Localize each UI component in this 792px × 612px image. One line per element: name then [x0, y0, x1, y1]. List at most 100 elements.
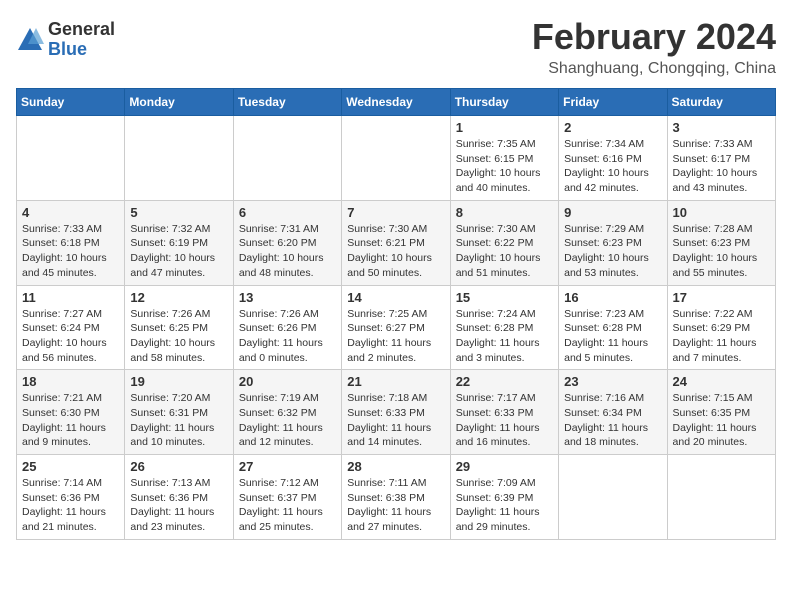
calendar-cell: 24 Sunrise: 7:15 AM Sunset: 6:35 PM Dayli… — [667, 370, 775, 455]
logo-blue: Blue — [48, 40, 115, 60]
calendar-cell: 15Sunrise: 7:24 AM Sunset: 6:28 PM Dayli… — [450, 285, 558, 370]
calendar-cell — [667, 455, 775, 540]
calendar-cell: 20 Sunrise: 7:19 AM Sunset: 6:32 PM Dayli… — [233, 370, 341, 455]
day-number: 12 — [130, 290, 227, 305]
day-info: Sunrise: 7:21 AM Sunset: 6:30 PM Dayligh… — [22, 391, 119, 450]
calendar-cell: 18 Sunrise: 7:21 AM Sunset: 6:30 PM Dayli… — [17, 370, 125, 455]
calendar-cell: 22Sunrise: 7:17 AM Sunset: 6:33 PM Dayli… — [450, 370, 558, 455]
day-number: 14 — [347, 290, 444, 305]
week-row-3: 18 Sunrise: 7:21 AM Sunset: 6:30 PM Dayli… — [17, 370, 776, 455]
day-info: Sunrise: 7:16 AM Sunset: 6:34 PM Dayligh… — [564, 391, 661, 450]
day-info: Sunrise: 7:20 AM Sunset: 6:31 PM Dayligh… — [130, 391, 227, 450]
day-number: 19 — [130, 374, 227, 389]
day-info: Sunrise: 7:09 AM Sunset: 6:39 PM Dayligh… — [456, 476, 553, 535]
day-number: 3 — [673, 120, 770, 135]
day-number: 18 — [22, 374, 119, 389]
day-number: 4 — [22, 205, 119, 220]
calendar-cell: 5 Sunrise: 7:32 AM Sunset: 6:19 PM Daylig… — [125, 200, 233, 285]
day-info: Sunrise: 7:30 AM Sunset: 6:22 PM Dayligh… — [456, 222, 553, 281]
calendar-cell: 4 Sunrise: 7:33 AM Sunset: 6:18 PM Daylig… — [17, 200, 125, 285]
calendar-cell — [233, 116, 341, 201]
day-info: Sunrise: 7:29 AM Sunset: 6:23 PM Dayligh… — [564, 222, 661, 281]
calendar-table: SundayMondayTuesdayWednesdayThursdayFrid… — [16, 88, 776, 540]
logo-icon — [16, 26, 44, 54]
week-row-2: 11 Sunrise: 7:27 AM Sunset: 6:24 PM Dayli… — [17, 285, 776, 370]
calendar-cell: 25 Sunrise: 7:14 AM Sunset: 6:36 PM Dayli… — [17, 455, 125, 540]
day-info: Sunrise: 7:34 AM Sunset: 6:16 PM Dayligh… — [564, 137, 661, 196]
day-number: 16 — [564, 290, 661, 305]
calendar-cell: 3 Sunrise: 7:33 AM Sunset: 6:17 PM Daylig… — [667, 116, 775, 201]
calendar-cell: 28 Sunrise: 7:11 AM Sunset: 6:38 PM Dayli… — [342, 455, 450, 540]
day-info: Sunrise: 7:35 AM Sunset: 6:15 PM Dayligh… — [456, 137, 553, 196]
calendar-cell: 6Sunrise: 7:31 AM Sunset: 6:20 PM Daylig… — [233, 200, 341, 285]
day-info: Sunrise: 7:17 AM Sunset: 6:33 PM Dayligh… — [456, 391, 553, 450]
calendar-cell: 2 Sunrise: 7:34 AM Sunset: 6:16 PM Daylig… — [559, 116, 667, 201]
day-number: 27 — [239, 459, 336, 474]
weekday-header-sunday: Sunday — [17, 89, 125, 116]
day-info: Sunrise: 7:27 AM Sunset: 6:24 PM Dayligh… — [22, 307, 119, 366]
day-number: 23 — [564, 374, 661, 389]
weekday-header-wednesday: Wednesday — [342, 89, 450, 116]
day-number: 29 — [456, 459, 553, 474]
day-number: 25 — [22, 459, 119, 474]
calendar-cell: 8 Sunrise: 7:30 AM Sunset: 6:22 PM Daylig… — [450, 200, 558, 285]
calendar-cell: 7 Sunrise: 7:30 AM Sunset: 6:21 PM Daylig… — [342, 200, 450, 285]
calendar-cell — [342, 116, 450, 201]
day-info: Sunrise: 7:19 AM Sunset: 6:32 PM Dayligh… — [239, 391, 336, 450]
day-number: 21 — [347, 374, 444, 389]
calendar-cell: 12 Sunrise: 7:26 AM Sunset: 6:25 PM Dayli… — [125, 285, 233, 370]
day-number: 9 — [564, 205, 661, 220]
calendar-cell: 16Sunrise: 7:23 AM Sunset: 6:28 PM Dayli… — [559, 285, 667, 370]
calendar-cell: 17 Sunrise: 7:22 AM Sunset: 6:29 PM Dayli… — [667, 285, 775, 370]
week-row-4: 25 Sunrise: 7:14 AM Sunset: 6:36 PM Dayli… — [17, 455, 776, 540]
header: General Blue February 2024 Shanghuang, C… — [16, 16, 776, 78]
day-number: 7 — [347, 205, 444, 220]
weekday-header-thursday: Thursday — [450, 89, 558, 116]
day-number: 1 — [456, 120, 553, 135]
calendar-cell: 11 Sunrise: 7:27 AM Sunset: 6:24 PM Dayli… — [17, 285, 125, 370]
day-info: Sunrise: 7:18 AM Sunset: 6:33 PM Dayligh… — [347, 391, 444, 450]
day-number: 13 — [239, 290, 336, 305]
day-info: Sunrise: 7:32 AM Sunset: 6:19 PM Dayligh… — [130, 222, 227, 281]
calendar-cell: 21 Sunrise: 7:18 AM Sunset: 6:33 PM Dayli… — [342, 370, 450, 455]
day-number: 6 — [239, 205, 336, 220]
day-number: 8 — [456, 205, 553, 220]
location-title: Shanghuang, Chongqing, China — [532, 60, 776, 78]
day-number: 11 — [22, 290, 119, 305]
title-section: February 2024 Shanghuang, Chongqing, Chi… — [532, 16, 776, 78]
day-info: Sunrise: 7:12 AM Sunset: 6:37 PM Dayligh… — [239, 476, 336, 535]
logo-text: General Blue — [48, 20, 115, 60]
day-info: Sunrise: 7:30 AM Sunset: 6:21 PM Dayligh… — [347, 222, 444, 281]
day-number: 17 — [673, 290, 770, 305]
calendar-cell: 26Sunrise: 7:13 AM Sunset: 6:36 PM Dayli… — [125, 455, 233, 540]
calendar-cell: 27 Sunrise: 7:12 AM Sunset: 6:37 PM Dayli… — [233, 455, 341, 540]
day-info: Sunrise: 7:26 AM Sunset: 6:25 PM Dayligh… — [130, 307, 227, 366]
day-info: Sunrise: 7:22 AM Sunset: 6:29 PM Dayligh… — [673, 307, 770, 366]
day-number: 2 — [564, 120, 661, 135]
day-info: Sunrise: 7:33 AM Sunset: 6:18 PM Dayligh… — [22, 222, 119, 281]
weekday-header-monday: Monday — [125, 89, 233, 116]
day-number: 28 — [347, 459, 444, 474]
day-number: 20 — [239, 374, 336, 389]
logo-general: General — [48, 20, 115, 40]
day-info: Sunrise: 7:15 AM Sunset: 6:35 PM Dayligh… — [673, 391, 770, 450]
day-info: Sunrise: 7:24 AM Sunset: 6:28 PM Dayligh… — [456, 307, 553, 366]
day-info: Sunrise: 7:14 AM Sunset: 6:36 PM Dayligh… — [22, 476, 119, 535]
day-number: 24 — [673, 374, 770, 389]
week-row-1: 4 Sunrise: 7:33 AM Sunset: 6:18 PM Daylig… — [17, 200, 776, 285]
weekday-header-tuesday: Tuesday — [233, 89, 341, 116]
page-container: General Blue February 2024 Shanghuang, C… — [16, 16, 776, 540]
month-title: February 2024 — [532, 16, 776, 58]
day-info: Sunrise: 7:33 AM Sunset: 6:17 PM Dayligh… — [673, 137, 770, 196]
day-info: Sunrise: 7:11 AM Sunset: 6:38 PM Dayligh… — [347, 476, 444, 535]
calendar-cell: 13 Sunrise: 7:26 AM Sunset: 6:26 PM Dayli… — [233, 285, 341, 370]
weekday-header-saturday: Saturday — [667, 89, 775, 116]
weekday-header-row: SundayMondayTuesdayWednesdayThursdayFrid… — [17, 89, 776, 116]
calendar-cell: 19 Sunrise: 7:20 AM Sunset: 6:31 PM Dayli… — [125, 370, 233, 455]
day-info: Sunrise: 7:28 AM Sunset: 6:23 PM Dayligh… — [673, 222, 770, 281]
calendar-cell: 9 Sunrise: 7:29 AM Sunset: 6:23 PM Daylig… — [559, 200, 667, 285]
day-number: 26 — [130, 459, 227, 474]
calendar-cell: 14Sunrise: 7:25 AM Sunset: 6:27 PM Dayli… — [342, 285, 450, 370]
day-number: 5 — [130, 205, 227, 220]
day-info: Sunrise: 7:26 AM Sunset: 6:26 PM Dayligh… — [239, 307, 336, 366]
